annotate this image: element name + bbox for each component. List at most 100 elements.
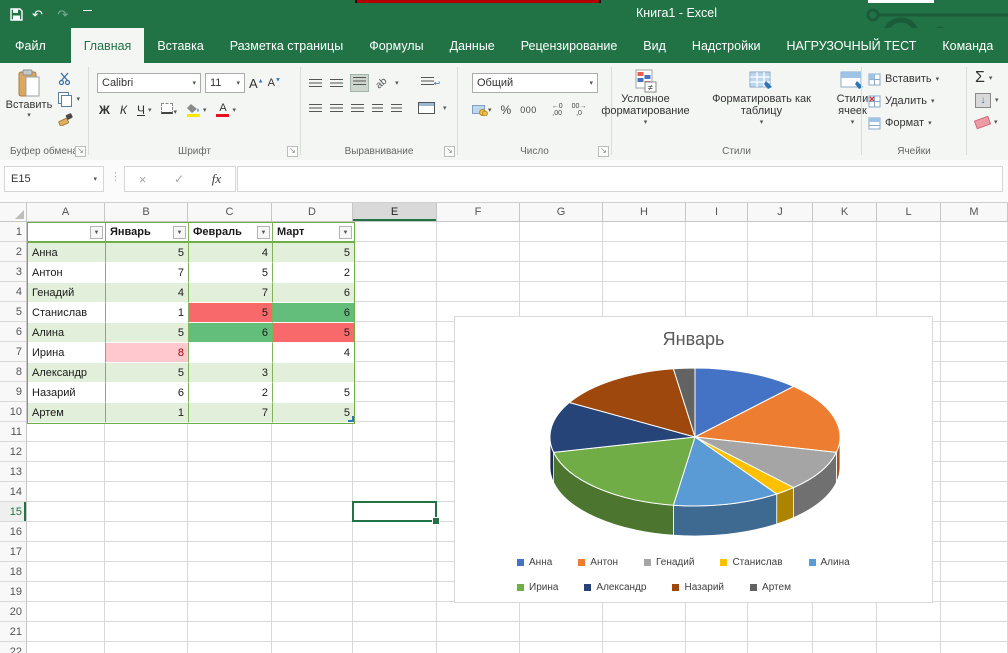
table-cell-value[interactable]: 4	[106, 283, 189, 303]
filter-button[interactable]: ▼	[90, 226, 103, 239]
table-cell-value[interactable]: 5	[273, 403, 354, 423]
column-header-H[interactable]: H	[603, 203, 686, 222]
fill-color-button[interactable]	[187, 104, 200, 117]
underline-button[interactable]: Ч	[137, 103, 145, 117]
table-cell-value[interactable]: 6	[189, 323, 273, 343]
filter-button[interactable]: ▼	[257, 226, 270, 239]
cell-styles-dropdown-icon[interactable]: ▾	[851, 117, 855, 129]
column-header-E[interactable]: E	[353, 203, 437, 222]
percent-style-button[interactable]: %	[501, 103, 512, 117]
row-header-3[interactable]: 3	[0, 262, 27, 282]
table-cell-value[interactable]: 2	[273, 263, 354, 283]
table-cell-value[interactable]: 5	[273, 323, 354, 343]
copy-button[interactable]: ▾	[58, 92, 72, 105]
cancel-button[interactable]: ×	[139, 172, 147, 187]
insert-function-button[interactable]: fx	[212, 171, 221, 187]
row-header-16[interactable]: 16	[0, 522, 27, 542]
table-cell-value[interactable]: 6	[106, 383, 189, 403]
row-header-21[interactable]: 21	[0, 622, 27, 642]
align-middle-button[interactable]	[330, 79, 343, 88]
clipboard-dialog-launcher[interactable]: ↘	[75, 146, 86, 157]
ribbon-tab-item[interactable]: НАГРУЗОЧНЫЙ ТЕСТ	[774, 28, 930, 63]
ribbon-tab-item[interactable]: Данные	[437, 28, 508, 63]
select-all-corner[interactable]	[0, 203, 27, 222]
cut-button[interactable]	[58, 72, 72, 85]
undo-button[interactable]: ↶▾	[32, 8, 48, 21]
table-cell-value[interactable]: 1	[106, 303, 189, 323]
copy-dropdown-icon[interactable]: ▾	[76, 95, 80, 103]
font-dialog-launcher[interactable]: ↘	[287, 146, 298, 157]
alignment-dialog-launcher[interactable]: ↘	[444, 146, 455, 157]
number-dialog-launcher[interactable]: ↘	[598, 146, 609, 157]
row-header-20[interactable]: 20	[0, 602, 27, 622]
fill-button[interactable]: ↓ ▾	[975, 89, 1008, 111]
table-cell-name[interactable]: Александр	[28, 363, 106, 383]
italic-button[interactable]: К	[120, 103, 127, 117]
table-cell-name[interactable]: Алина	[28, 323, 106, 343]
autosum-dropdown-icon[interactable]: ▾	[989, 74, 993, 82]
row-header-7[interactable]: 7	[0, 342, 27, 362]
number-format-combobox[interactable]: Общий▾	[472, 73, 598, 93]
font-color-dropdown-icon[interactable]: ▾	[232, 106, 236, 114]
comma-style-button[interactable]: 000	[520, 105, 537, 115]
autosum-button[interactable]: Σ ▾	[975, 67, 1008, 89]
ribbon-tab-item[interactable]: Вставка	[144, 28, 216, 63]
format-painter-button[interactable]	[58, 112, 73, 126]
font-size-combobox[interactable]: 11▾	[205, 73, 245, 93]
clear-button[interactable]: ▾	[975, 111, 1008, 133]
row-header-9[interactable]: 9	[0, 382, 27, 402]
format-cells-button[interactable]: Формат ▾	[868, 112, 966, 134]
ribbon-tab-item[interactable]: Формулы	[356, 28, 436, 63]
column-header-L[interactable]: L	[877, 203, 941, 222]
row-header-15[interactable]: 15	[0, 502, 27, 522]
format-as-table-button[interactable]: Форматировать как таблицу ▾	[704, 69, 820, 129]
align-bottom-button[interactable]	[351, 75, 368, 91]
column-header-C[interactable]: C	[188, 203, 272, 222]
table-cell-value[interactable]: 2	[189, 383, 273, 403]
table-cell-name[interactable]: Антон	[28, 263, 106, 283]
increase-indent-button[interactable]	[391, 104, 402, 113]
format-as-table-dropdown-icon[interactable]: ▾	[760, 117, 764, 129]
column-header-J[interactable]: J	[748, 203, 813, 222]
table-cell-value[interactable]	[273, 363, 354, 383]
ribbon-tab-item[interactable]: Разметка страницы	[217, 28, 356, 63]
align-top-button[interactable]	[309, 79, 322, 88]
paste-dropdown-icon[interactable]: ▾	[27, 111, 31, 119]
column-header-I[interactable]: I	[686, 203, 748, 222]
table-cell-name[interactable]: Назарий	[28, 383, 106, 403]
conditional-formatting-button[interactable]: ≠ Условное форматирование ▾	[590, 69, 702, 129]
insert-cells-dropdown-icon[interactable]: ▾	[936, 75, 940, 83]
delete-cells-button[interactable]: Удалить ▾	[868, 90, 966, 112]
fill-handle[interactable]	[432, 517, 440, 525]
grow-font-button[interactable]: A▲	[249, 76, 264, 91]
table-header-cell[interactable]: Январь▼	[106, 223, 189, 243]
orientation-dropdown-icon[interactable]: ▾	[395, 79, 399, 87]
ribbon-tab-item[interactable]: Надстройки	[679, 28, 774, 63]
table-cell-name[interactable]: Артем	[28, 403, 106, 423]
table-cell-value[interactable]: 5	[273, 243, 354, 263]
row-header-18[interactable]: 18	[0, 562, 27, 582]
borders-dropdown-icon[interactable]: ▾	[173, 109, 177, 116]
ribbon-tab-item[interactable]: Файл	[0, 28, 61, 63]
table-cell-name[interactable]: Станислав	[28, 303, 106, 323]
font-name-combobox[interactable]: Calibri▾	[97, 73, 201, 93]
table-cell-name[interactable]: Ирина	[28, 343, 106, 363]
table-cell-value[interactable]: 4	[189, 243, 273, 263]
underline-dropdown-icon[interactable]: ▾	[148, 106, 152, 114]
font-name-dropdown-icon[interactable]: ▾	[192, 79, 196, 87]
table-header-cell[interactable]: Март▼	[273, 223, 354, 243]
column-header-B[interactable]: B	[105, 203, 188, 222]
decrease-decimal-button[interactable]: 00→,0	[572, 103, 587, 117]
column-header-A[interactable]: A	[27, 203, 105, 222]
table-resize-handle[interactable]	[348, 416, 354, 422]
font-size-dropdown-icon[interactable]: ▾	[236, 79, 240, 87]
row-header-11[interactable]: 11	[0, 422, 27, 442]
fill-dropdown-icon[interactable]: ▾	[995, 96, 999, 104]
table-cell-value[interactable]: 5	[106, 323, 189, 343]
column-header-K[interactable]: K	[813, 203, 877, 222]
table-cell-value[interactable]: 7	[106, 263, 189, 283]
column-header-M[interactable]: M	[941, 203, 1008, 222]
row-header-19[interactable]: 19	[0, 582, 27, 602]
name-box[interactable]: E15 ▾	[4, 166, 104, 192]
merge-center-button[interactable]	[418, 102, 435, 114]
